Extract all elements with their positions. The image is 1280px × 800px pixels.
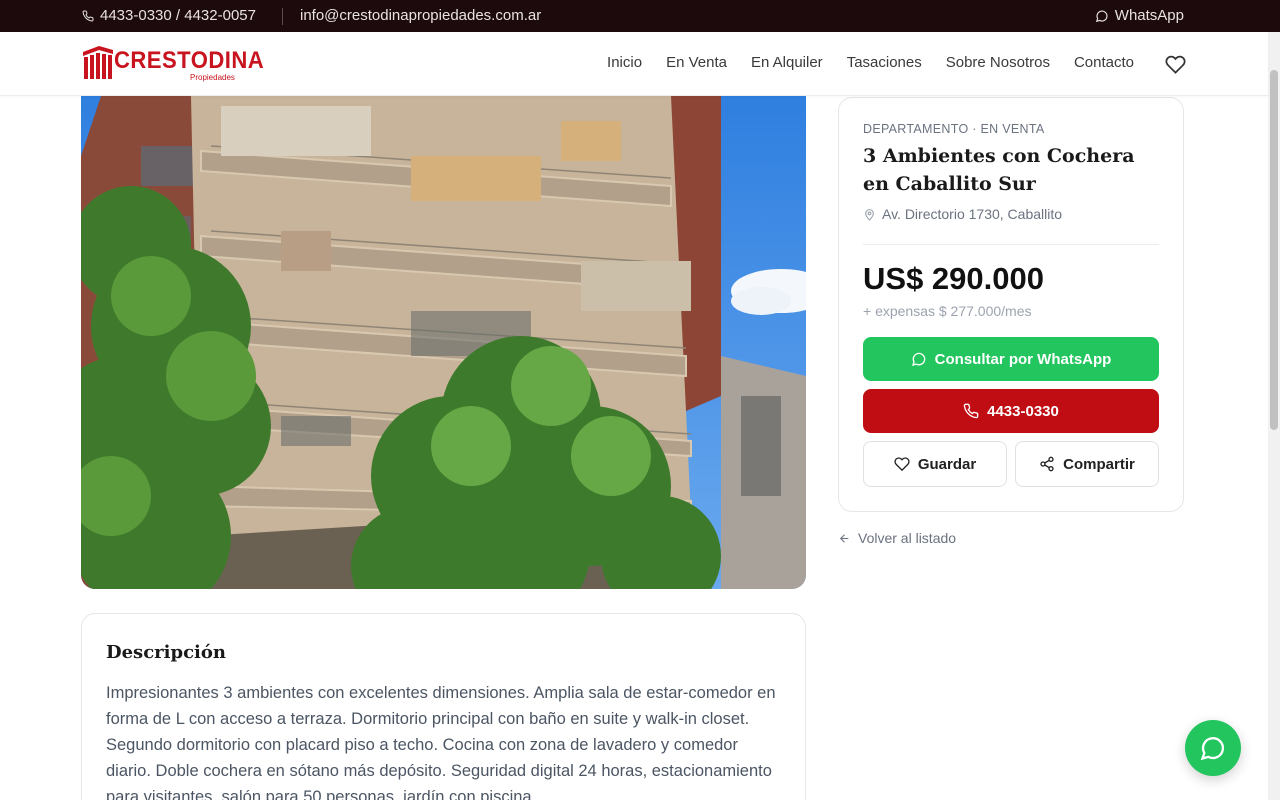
property-photo[interactable] [81,96,806,589]
phone-icon [82,9,94,21]
save-button-label: Guardar [917,455,977,473]
main-nav: Inicio En Venta En Alquiler Tasaciones S… [607,54,1134,71]
whatsapp-chat-icon [1200,737,1225,761]
property-address-text: Av. Directorio 1730, Caballito [882,206,1063,222]
top-bar: 4433-0330 / 4432-0057 info@crestodinapro… [0,0,1280,32]
whatsapp-icon [911,352,925,366]
logo-text: CRESTODINA [114,47,265,74]
description-heading: Descripción [106,642,226,663]
property-title: 3 Ambientes con Cochera en Caballito Sur [863,145,1135,195]
whatsapp-contact-label: Consultar por WhatsApp [934,350,1112,368]
share-button-label: Compartir [1063,455,1135,473]
property-expenses: + expensas $ 277.000/mes [863,303,1032,319]
topbar-phone-text: 4433-0330 / 4432-0057 [100,7,256,24]
favorites-heart-icon[interactable] [1165,54,1186,75]
back-link-label: Volver al listado [858,530,957,546]
phone-icon [963,403,979,419]
floating-whatsapp-button[interactable] [1185,720,1241,776]
call-button[interactable]: 4433-0330 [863,389,1159,433]
nav-contacto[interactable]: Contacto [1074,54,1134,71]
card-divider [863,244,1159,245]
topbar-whatsapp-label: WhatsApp [1114,7,1184,24]
topbar-email[interactable]: info@crestodinapropiedades.com.ar [300,7,541,24]
whatsapp-contact-button[interactable]: Consultar por WhatsApp [863,337,1159,381]
property-price: US$ 290.000 [863,261,1044,296]
whatsapp-icon [1095,10,1108,22]
main-header: CRESTODINA Propiedades Inicio En Venta E… [0,32,1268,96]
back-to-listing-link[interactable]: Volver al listado [838,530,956,546]
page-scrollbar-thumb[interactable] [1270,70,1278,430]
description-text: Impresionantes 3 ambientes con excelente… [106,684,776,800]
logo-subtext: Propiedades [190,73,235,82]
topbar-phone[interactable]: 4433-0330 / 4432-0057 [82,7,256,24]
topbar-divider [282,8,283,25]
nav-en-venta[interactable]: En Venta [666,54,727,71]
arrow-left-icon [839,533,849,543]
building-photo-illustration [81,96,806,589]
nav-inicio[interactable]: Inicio [607,54,642,71]
listing-card: DEPARTAMENTO · EN VENTA 3 Ambientes con … [838,97,1184,512]
nav-sobre-nosotros[interactable]: Sobre Nosotros [946,54,1050,71]
call-button-label: 4433-0330 [987,402,1059,420]
share-button[interactable]: Compartir [1015,441,1159,487]
description-section: Descripción Impresionantes 3 ambientes c… [81,613,806,800]
property-type-label: DEPARTAMENTO · EN VENTA [863,122,1045,136]
map-pin-icon [865,208,874,221]
heart-icon [894,457,910,472]
logo[interactable]: CRESTODINA Propiedades [81,44,264,84]
topbar-whatsapp-link[interactable]: WhatsApp [1095,7,1184,24]
logo-mark-icon [83,46,113,79]
property-address: Av. Directorio 1730, Caballito [863,206,1062,222]
nav-tasaciones[interactable]: Tasaciones [847,54,922,71]
save-button[interactable]: Guardar [863,441,1007,487]
share-icon [1040,456,1054,472]
nav-en-alquiler[interactable]: En Alquiler [751,54,823,71]
